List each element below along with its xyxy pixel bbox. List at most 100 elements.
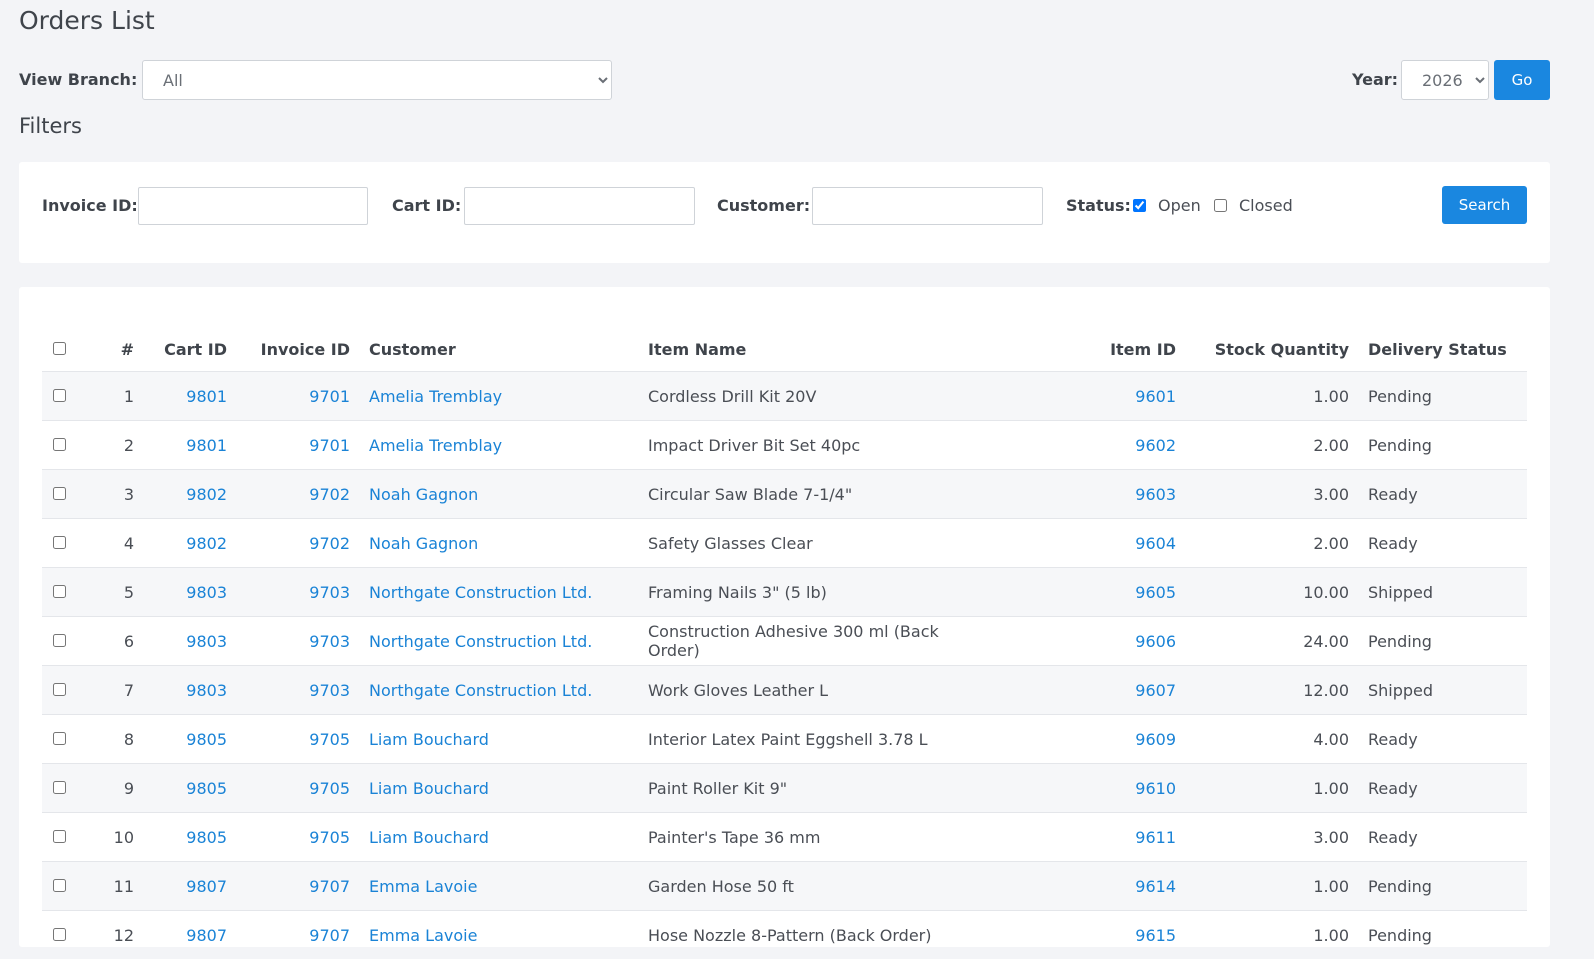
item-id-link[interactable]: 9604 — [983, 519, 1176, 568]
invoice-id-link-text[interactable]: 9705 — [309, 828, 350, 847]
invoice-id-link[interactable]: 9705 — [227, 813, 350, 862]
col-cart-id-header[interactable]: Cart ID — [134, 327, 227, 372]
invoice-id-link-text[interactable]: 9707 — [309, 877, 350, 896]
cart-id-link-text[interactable]: 9803 — [186, 681, 227, 700]
invoice-id-link-text[interactable]: 9703 — [309, 583, 350, 602]
item-id-link-text[interactable]: 9614 — [1135, 877, 1176, 896]
cart-id-link[interactable]: 9803 — [134, 568, 227, 617]
item-id-link[interactable]: 9614 — [983, 862, 1176, 911]
customer-link-text[interactable]: Amelia Tremblay — [369, 387, 502, 406]
item-id-link-text[interactable]: 9605 — [1135, 583, 1176, 602]
row-checkbox[interactable] — [53, 683, 66, 696]
invoice-id-link[interactable]: 9703 — [227, 568, 350, 617]
item-id-link[interactable]: 9603 — [983, 470, 1176, 519]
invoice-id-link-text[interactable]: 9701 — [309, 436, 350, 455]
item-id-link-text[interactable]: 9603 — [1135, 485, 1176, 504]
col-customer-header[interactable]: Customer — [350, 327, 648, 372]
customer-link[interactable]: Liam Bouchard — [350, 715, 648, 764]
customer-link-text[interactable]: Noah Gagnon — [369, 485, 478, 504]
invoice-id-link-text[interactable]: 9705 — [309, 779, 350, 798]
cart-id-link-text[interactable]: 9805 — [186, 730, 227, 749]
cart-id-link-text[interactable]: 9802 — [186, 485, 227, 504]
status-closed-checkbox[interactable] — [1214, 199, 1227, 212]
item-id-link[interactable]: 9611 — [983, 813, 1176, 862]
cart-id-link-text[interactable]: 9803 — [186, 632, 227, 651]
cart-id-link[interactable]: 9803 — [134, 666, 227, 715]
row-checkbox[interactable] — [53, 634, 66, 647]
customer-link[interactable]: Noah Gagnon — [350, 519, 648, 568]
customer-input[interactable] — [812, 187, 1043, 225]
invoice-id-link-text[interactable]: 9703 — [309, 681, 350, 700]
customer-link-text[interactable]: Northgate Construction Ltd. — [369, 681, 592, 700]
col-item-name-header[interactable]: Item Name — [648, 327, 983, 372]
cart-id-input[interactable] — [464, 187, 695, 225]
item-id-link[interactable]: 9609 — [983, 715, 1176, 764]
customer-link[interactable]: Noah Gagnon — [350, 470, 648, 519]
invoice-id-link-text[interactable]: 9705 — [309, 730, 350, 749]
invoice-id-link[interactable]: 9705 — [227, 715, 350, 764]
item-id-link[interactable]: 9605 — [983, 568, 1176, 617]
customer-link-text[interactable]: Northgate Construction Ltd. — [369, 583, 592, 602]
row-checkbox[interactable] — [53, 879, 66, 892]
cart-id-link[interactable]: 9805 — [134, 715, 227, 764]
col-item-id-header[interactable]: Item ID — [983, 327, 1176, 372]
row-checkbox[interactable] — [53, 487, 66, 500]
item-id-link-text[interactable]: 9604 — [1135, 534, 1176, 553]
invoice-id-link[interactable]: 9702 — [227, 519, 350, 568]
cart-id-link[interactable]: 9807 — [134, 911, 227, 959]
invoice-id-link-text[interactable]: 9701 — [309, 387, 350, 406]
cart-id-link[interactable]: 9801 — [134, 421, 227, 470]
cart-id-link-text[interactable]: 9807 — [186, 877, 227, 896]
row-checkbox[interactable] — [53, 732, 66, 745]
item-id-link[interactable]: 9607 — [983, 666, 1176, 715]
col-invoice-id-header[interactable]: Invoice ID — [227, 327, 350, 372]
customer-link-text[interactable]: Amelia Tremblay — [369, 436, 502, 455]
go-button[interactable]: Go — [1494, 60, 1550, 100]
customer-link[interactable]: Northgate Construction Ltd. — [350, 666, 648, 715]
row-checkbox[interactable] — [53, 389, 66, 402]
item-id-link[interactable]: 9601 — [983, 372, 1176, 421]
cart-id-link-text[interactable]: 9807 — [186, 926, 227, 945]
cart-id-link-text[interactable]: 9801 — [186, 387, 227, 406]
item-id-link-text[interactable]: 9602 — [1135, 436, 1176, 455]
row-checkbox[interactable] — [53, 781, 66, 794]
customer-link-text[interactable]: Liam Bouchard — [369, 779, 489, 798]
invoice-id-link[interactable]: 9701 — [227, 421, 350, 470]
customer-link[interactable]: Northgate Construction Ltd. — [350, 617, 648, 666]
customer-link[interactable]: Emma Lavoie — [350, 862, 648, 911]
customer-link[interactable]: Emma Lavoie — [350, 911, 648, 959]
branch-select[interactable]: All — [142, 60, 612, 100]
item-id-link-text[interactable]: 9611 — [1135, 828, 1176, 847]
item-id-link[interactable]: 9602 — [983, 421, 1176, 470]
item-id-link-text[interactable]: 9601 — [1135, 387, 1176, 406]
invoice-id-link[interactable]: 9701 — [227, 372, 350, 421]
cart-id-link-text[interactable]: 9801 — [186, 436, 227, 455]
cart-id-link[interactable]: 9807 — [134, 862, 227, 911]
customer-link[interactable]: Amelia Tremblay — [350, 421, 648, 470]
col-stock-header[interactable]: Stock Quantity — [1176, 327, 1349, 372]
invoice-id-link[interactable]: 9705 — [227, 764, 350, 813]
search-button[interactable]: Search — [1442, 186, 1527, 224]
customer-link[interactable]: Liam Bouchard — [350, 813, 648, 862]
cart-id-link[interactable]: 9805 — [134, 813, 227, 862]
item-id-link-text[interactable]: 9615 — [1135, 926, 1176, 945]
row-checkbox[interactable] — [53, 438, 66, 451]
customer-link-text[interactable]: Emma Lavoie — [369, 877, 477, 896]
year-select[interactable]: 2026 — [1401, 60, 1489, 100]
row-checkbox[interactable] — [53, 928, 66, 941]
cart-id-link[interactable]: 9803 — [134, 617, 227, 666]
cart-id-link-text[interactable]: 9805 — [186, 828, 227, 847]
invoice-id-link[interactable]: 9702 — [227, 470, 350, 519]
invoice-id-input[interactable] — [138, 187, 368, 225]
cart-id-link[interactable]: 9805 — [134, 764, 227, 813]
item-id-link[interactable]: 9610 — [983, 764, 1176, 813]
row-checkbox[interactable] — [53, 830, 66, 843]
customer-link-text[interactable]: Liam Bouchard — [369, 828, 489, 847]
cart-id-link[interactable]: 9802 — [134, 519, 227, 568]
item-id-link-text[interactable]: 9609 — [1135, 730, 1176, 749]
row-checkbox[interactable] — [53, 585, 66, 598]
item-id-link[interactable]: 9606 — [983, 617, 1176, 666]
customer-link[interactable]: Amelia Tremblay — [350, 372, 648, 421]
status-open-checkbox[interactable] — [1133, 199, 1146, 212]
cart-id-link-text[interactable]: 9802 — [186, 534, 227, 553]
